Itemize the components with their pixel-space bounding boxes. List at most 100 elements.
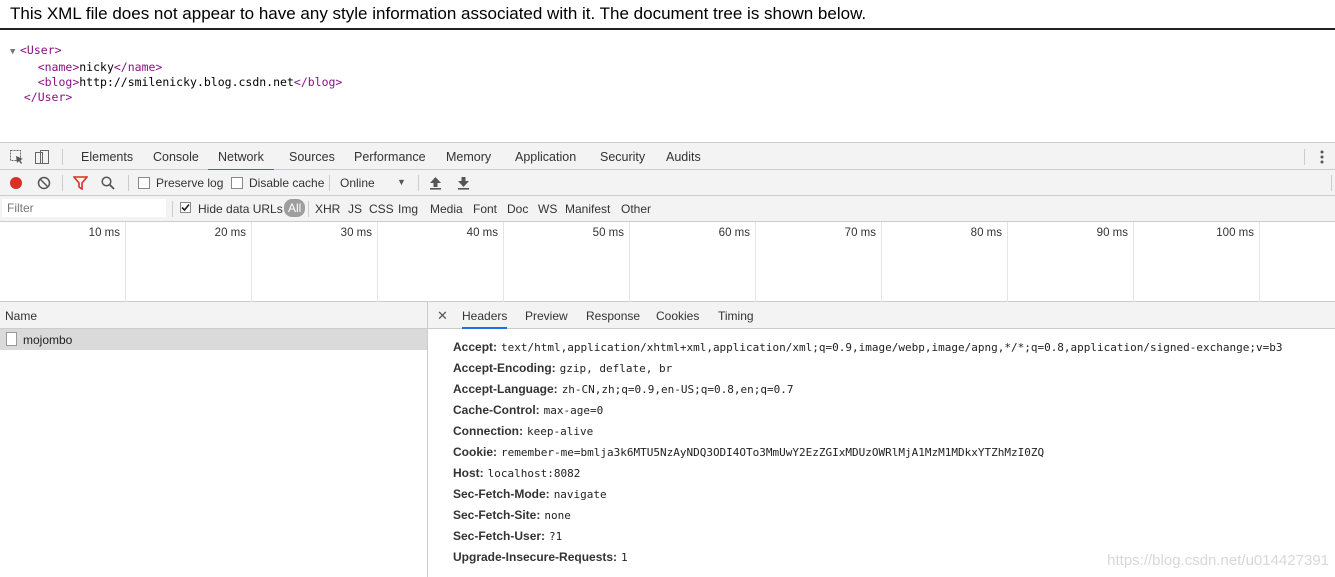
timeline-tick-label: 90 ms	[1096, 227, 1128, 239]
disable-cache-label[interactable]: Disable cache	[249, 176, 324, 190]
throttling-select[interactable]: Online	[340, 176, 375, 190]
search-icon[interactable]	[101, 176, 115, 193]
preserve-log-label[interactable]: Preserve log	[156, 176, 223, 190]
watermark: https://blog.csdn.net/u014427391	[1107, 552, 1329, 569]
timeline-tick-label: 70 ms	[844, 227, 876, 239]
request-row[interactable]: mojombo	[0, 329, 427, 350]
detail-tab-response[interactable]: Response	[586, 302, 640, 327]
header-value: gzip, deflate, br	[559, 362, 673, 375]
close-icon[interactable]: ✕	[437, 308, 448, 324]
filter-type-xhr[interactable]: XHR	[315, 202, 340, 216]
timeline-gridline	[755, 222, 756, 302]
header-value: ?1	[549, 530, 563, 543]
filter-type-other[interactable]: Other	[621, 202, 651, 216]
timeline-gridline	[1007, 222, 1008, 302]
throttling-dropdown-icon[interactable]: ▼	[397, 177, 406, 187]
tab-audits[interactable]: Audits	[656, 143, 711, 169]
name-column-header[interactable]: Name	[0, 302, 427, 329]
filter-type-doc[interactable]: Doc	[507, 202, 528, 216]
header-value: text/html,application/xhtml+xml,applicat…	[501, 341, 1283, 354]
timeline-tick-label: 80 ms	[970, 227, 1002, 239]
header-key: Sec-Fetch-Site:	[453, 508, 541, 522]
blog-close-tag: </blog>	[293, 75, 343, 89]
detail-tabbar: ✕ Headers Preview Response Cookies Timin…	[428, 302, 1335, 329]
filter-type-all[interactable]: All	[284, 199, 306, 217]
detail-tab-cookies[interactable]: Cookies	[656, 302, 699, 327]
filter-icon[interactable]	[72, 176, 89, 193]
timeline-gridline	[125, 222, 126, 302]
timeline-tick-label: 20 ms	[214, 227, 246, 239]
toolbar-divider	[418, 175, 419, 191]
tab-security[interactable]: Security	[590, 143, 655, 169]
more-options-icon[interactable]	[1314, 149, 1330, 165]
toolbar-divider	[329, 175, 330, 191]
clear-icon[interactable]	[37, 176, 51, 193]
timeline-gridline	[629, 222, 630, 302]
user-close-tag: </User>	[23, 90, 73, 104]
hide-data-urls-checkbox[interactable]	[180, 202, 191, 213]
request-header-row: Sec-Fetch-User: ?1	[453, 529, 1282, 550]
filter-type-manifest[interactable]: Manifest	[565, 202, 610, 216]
request-header-row: Cache-Control: max-age=0	[453, 403, 1282, 424]
filter-type-js[interactable]: JS	[348, 202, 362, 216]
tab-performance[interactable]: Performance	[344, 143, 436, 169]
header-value: zh-CN,zh;q=0.9,en-US;q=0.8,en;q=0.7	[561, 383, 794, 396]
tab-network[interactable]: Network	[208, 143, 274, 171]
tab-application[interactable]: Application	[505, 143, 586, 169]
filter-bar: Hide data URLs All XHR JS CSS Img Media …	[0, 196, 1335, 222]
disable-cache-checkbox[interactable]	[231, 177, 243, 189]
detail-tab-headers[interactable]: Headers	[462, 302, 508, 329]
request-detail: ✕ Headers Preview Response Cookies Timin…	[428, 302, 1335, 577]
xml-style-notice: This XML file does not appear to have an…	[10, 4, 867, 23]
request-headers-list: Accept: text/html,application/xhtml+xml,a…	[453, 340, 1282, 571]
detail-tab-preview[interactable]: Preview	[525, 302, 568, 327]
inspect-element-icon[interactable]	[9, 149, 25, 165]
filter-type-css[interactable]: CSS	[369, 202, 394, 216]
collapse-triangle-icon[interactable]: ▼	[10, 45, 20, 60]
header-value: navigate	[553, 488, 607, 501]
export-har-icon[interactable]	[457, 176, 470, 193]
tabbar-divider	[62, 149, 63, 165]
filter-type-ws[interactable]: WS	[538, 202, 557, 216]
tab-memory[interactable]: Memory	[436, 143, 501, 169]
detail-tab-timing[interactable]: Timing	[718, 302, 754, 327]
toolbar-divider	[128, 175, 129, 191]
document-file-icon	[6, 332, 17, 346]
filter-divider	[308, 201, 309, 217]
header-key: Host:	[453, 466, 484, 480]
timeline-overview[interactable]: 10 ms 20 ms 30 ms 40 ms 50 ms 60 ms 70 ms 80 ms…	[0, 222, 1335, 302]
timeline-tick-label: 10 ms	[88, 227, 120, 239]
filter-type-media[interactable]: Media	[430, 202, 463, 216]
timeline-gridline	[1133, 222, 1134, 302]
toolbar-divider	[62, 175, 63, 191]
tab-sources[interactable]: Sources	[279, 143, 345, 169]
header-value: remember-me=bmlja3k6MTU5NzAyNDQ3ODI4OTo3…	[501, 446, 1045, 459]
import-har-icon[interactable]	[429, 176, 442, 193]
timeline-gridline	[881, 222, 882, 302]
filter-type-font[interactable]: Font	[473, 202, 497, 216]
preserve-log-checkbox[interactable]	[138, 177, 150, 189]
filter-input[interactable]	[2, 199, 166, 217]
header-value: max-age=0	[543, 404, 604, 417]
timeline-gridline	[377, 222, 378, 302]
header-key: Sec-Fetch-User:	[453, 529, 546, 543]
devtools-tabbar: Elements Console Network Sources Perform…	[0, 142, 1335, 171]
filter-type-img[interactable]: Img	[398, 202, 418, 216]
tab-console[interactable]: Console	[143, 143, 209, 169]
name-close-tag: </name>	[113, 60, 163, 74]
blog-open-tag: <blog>	[37, 75, 80, 89]
record-icon[interactable]	[9, 176, 23, 193]
tab-elements[interactable]: Elements	[71, 143, 143, 169]
request-header-row: Accept-Language: zh-CN,zh;q=0.9,en-US;q=0…	[453, 382, 1282, 403]
timeline-gridline	[503, 222, 504, 302]
tabbar-right-divider	[1304, 149, 1305, 165]
hide-data-urls-label[interactable]: Hide data URLs	[198, 202, 283, 216]
request-name: mojombo	[23, 333, 73, 347]
header-value: keep-alive	[527, 425, 594, 438]
request-header-row: Cookie: remember-me=bmlja3k6MTU5NzAyNDQ3O…	[453, 445, 1282, 466]
notice-divider	[0, 28, 1335, 30]
timeline-tick-label: 60 ms	[718, 227, 750, 239]
device-toolbar-icon[interactable]	[34, 149, 50, 165]
timeline-gridline	[251, 222, 252, 302]
request-header-row: Host: localhost:8082	[453, 466, 1282, 487]
